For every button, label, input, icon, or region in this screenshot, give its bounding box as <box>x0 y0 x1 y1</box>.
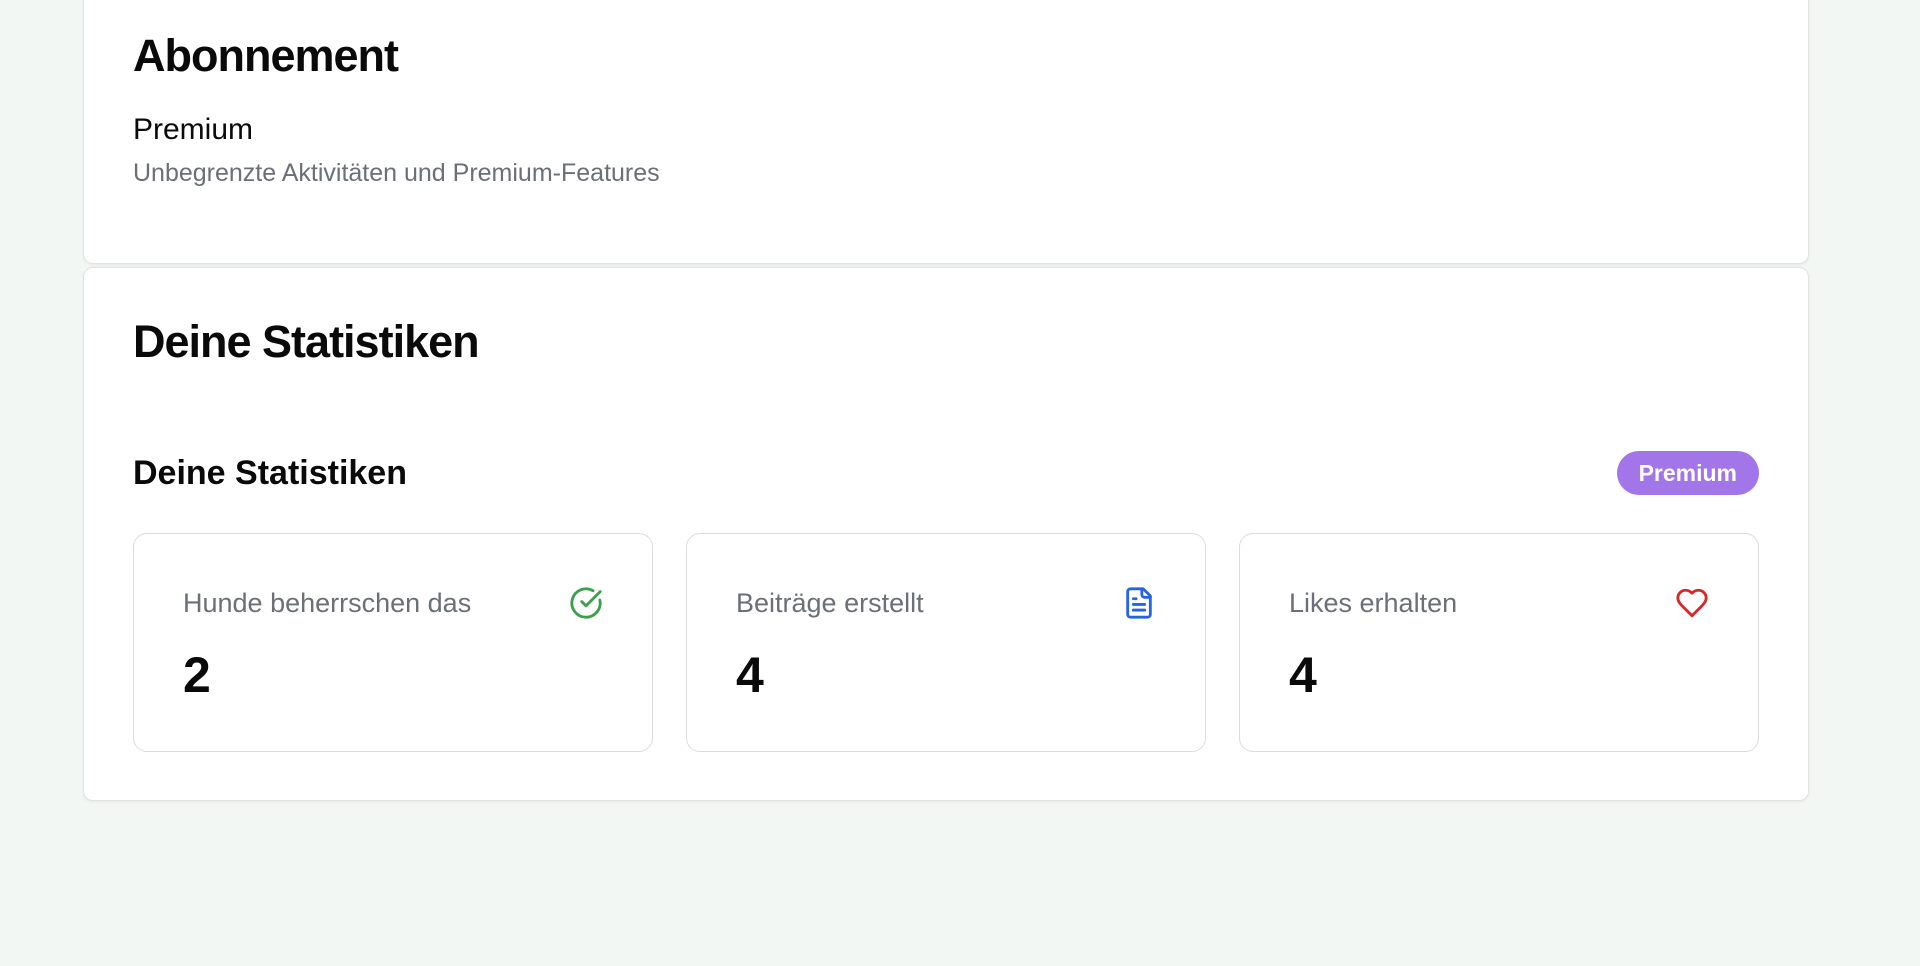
stat-label: Likes erhalten <box>1289 588 1458 618</box>
stat-card-posts-created: Beiträge erstellt 4 <box>686 533 1206 752</box>
stat-value: 4 <box>736 647 764 703</box>
subscription-title: Abonnement <box>133 30 399 81</box>
stat-value: 2 <box>183 647 211 703</box>
stat-grid: Hunde beherrschen das 2 Beiträge erstell… <box>133 533 1759 752</box>
stat-label: Hunde beherrschen das <box>183 588 472 618</box>
statistics-card: Deine Statistiken Deine Statistiken Prem… <box>83 267 1809 801</box>
plan-name: Premium <box>133 113 254 146</box>
stat-card-dogs-mastered: Hunde beherrschen das 2 <box>133 533 653 752</box>
premium-badge: Premium <box>1616 451 1759 495</box>
stat-card-likes-received: Likes erhalten 4 <box>1239 533 1759 752</box>
plan-description: Unbegrenzte Aktivitäten und Premium-Feat… <box>133 159 660 187</box>
subscription-card: Abonnement Premium Unbegrenzte Aktivität… <box>83 0 1809 264</box>
stat-label: Beiträge erstellt <box>736 588 924 618</box>
statistics-section-header: Deine Statistiken Premium <box>133 450 1759 496</box>
stat-value: 4 <box>1289 647 1317 703</box>
document-icon <box>1122 586 1156 620</box>
heart-icon <box>1675 586 1709 620</box>
check-circle-icon <box>569 586 603 620</box>
statistics-card-title: Deine Statistiken <box>133 316 480 367</box>
statistics-section-title: Deine Statistiken <box>133 453 407 492</box>
